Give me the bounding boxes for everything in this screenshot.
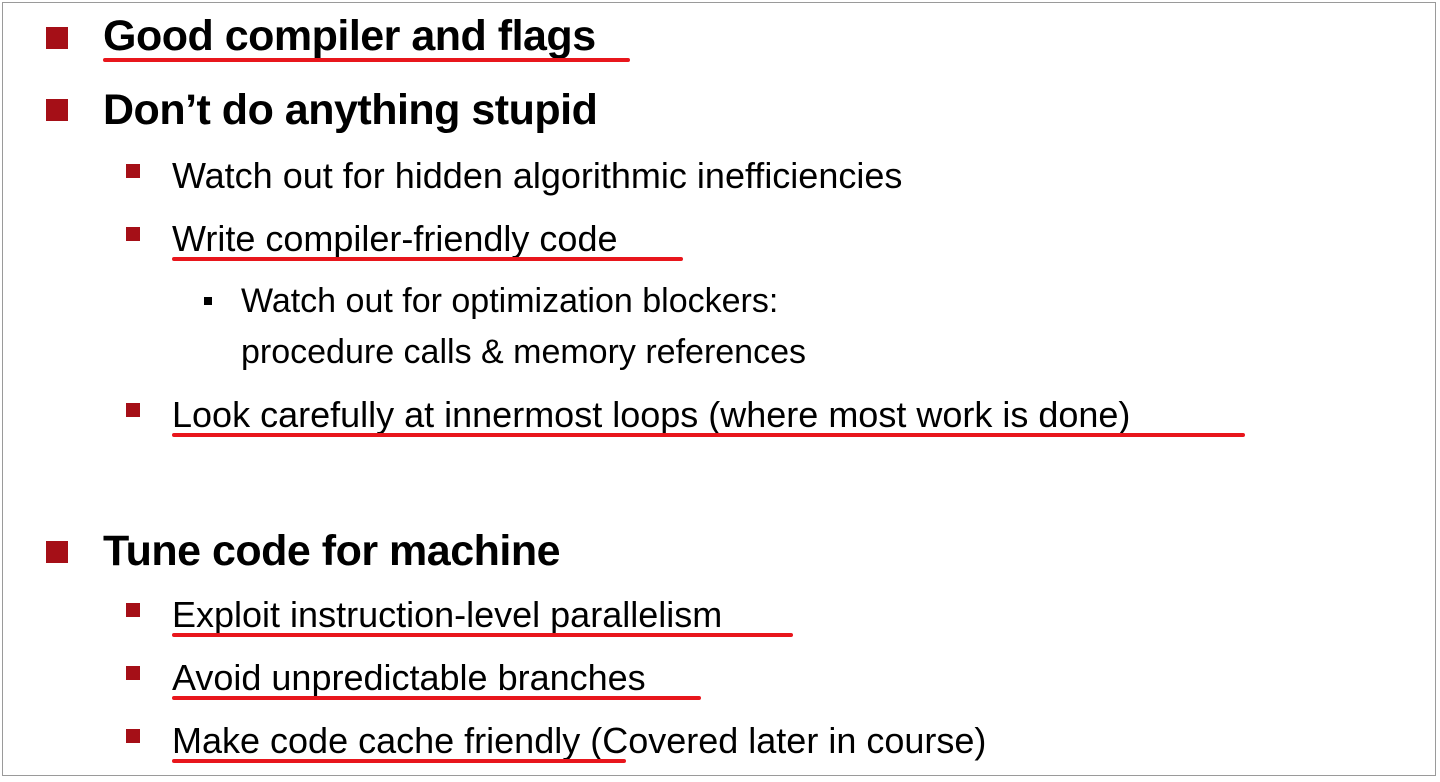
bullet-marker [46, 99, 68, 121]
bullet-marker [126, 666, 140, 680]
bullet-marker-small [204, 297, 212, 305]
bullet-cache-friendly: Make code cache friendly (Covered later … [172, 720, 986, 762]
bullet-branches: Avoid unpredictable branches [172, 657, 646, 698]
slide: Good compiler and flags Don’t do anythin… [2, 2, 1436, 776]
red-underline [172, 633, 793, 637]
bullet-marker [46, 541, 68, 563]
bullet-optimization-blockers-cont: procedure calls & memory references [241, 333, 807, 371]
bullet-optimization-blockers: Watch out for optimization blockers: [241, 282, 779, 320]
cache-friendly-underlined-text: Make code cache friendly [172, 720, 581, 761]
bullet-marker [126, 603, 140, 617]
cache-friendly-note: (Covered later in course) [580, 720, 987, 761]
bullet-good-compiler: Good compiler and flags [103, 12, 596, 60]
bullet-ilp: Exploit instruction-level parallelism [172, 594, 723, 635]
red-underline [172, 257, 683, 261]
red-underline [172, 759, 626, 763]
bullet-hidden-inefficiencies: Watch out for hidden algorithmic ineffic… [172, 155, 903, 196]
bullet-tune-code: Tune code for machine [103, 527, 561, 575]
bullet-marker [46, 27, 68, 49]
bullet-dont-do-stupid: Don’t do anything stupid [103, 86, 598, 134]
red-underline [172, 433, 1245, 437]
red-underline [172, 696, 701, 700]
bullet-marker [126, 403, 140, 417]
bullet-marker [126, 164, 140, 178]
bullet-compiler-friendly: Write compiler-friendly code [172, 218, 618, 259]
bullet-innermost-loops: Look carefully at innermost loops (where… [172, 394, 1131, 435]
red-underline [103, 58, 630, 62]
bullet-marker [126, 227, 140, 241]
bullet-marker [126, 729, 140, 743]
